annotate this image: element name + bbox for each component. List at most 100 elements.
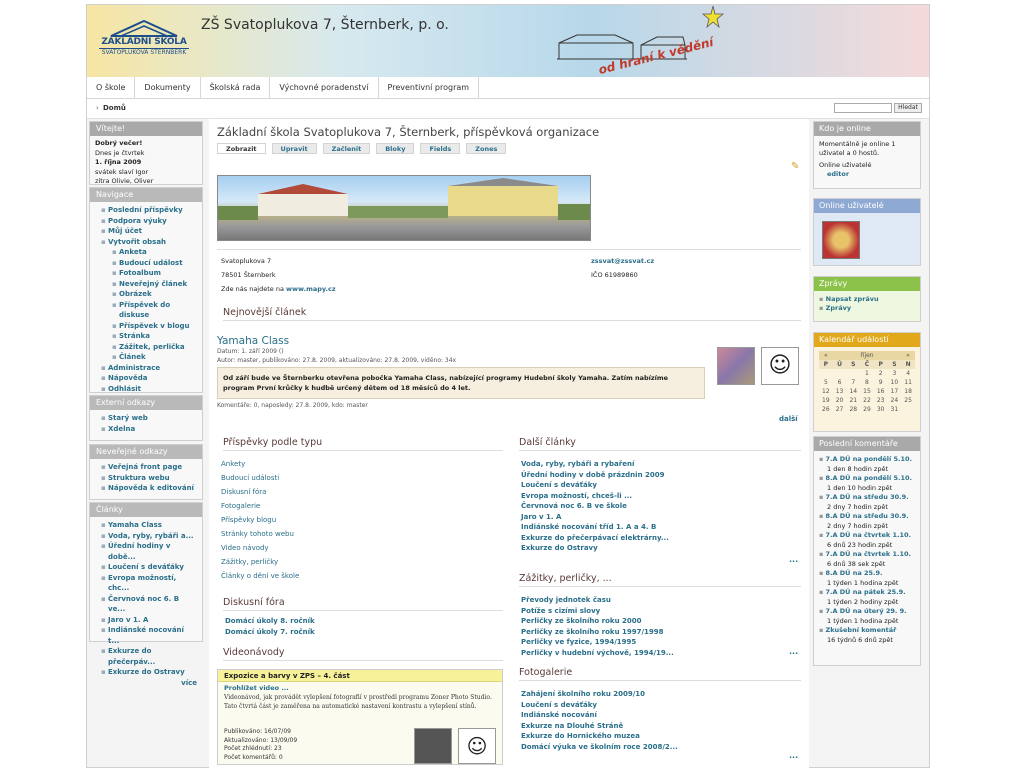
- user-avatar[interactable]: [822, 221, 860, 259]
- story-link[interactable]: Perličky ze školního roku 1997/1998: [521, 627, 674, 638]
- calendar-day[interactable]: [901, 405, 915, 414]
- article-title[interactable]: Yamaha Class: [217, 335, 801, 347]
- comment-link[interactable]: 8.A DÚ na středu 30.9.: [825, 512, 908, 520]
- tab-fields[interactable]: Fields: [420, 143, 461, 154]
- type-link[interactable]: Video návody: [221, 541, 299, 555]
- private-link-front-page[interactable]: Veřejná front page: [95, 462, 197, 473]
- nav-link-clanek[interactable]: Článek: [95, 352, 197, 363]
- gallery-link[interactable]: Exkurze na Dlouhé Stráně: [521, 721, 678, 732]
- nav-link-fotoalbum[interactable]: Fotoalbum: [95, 268, 197, 279]
- gallery-link[interactable]: Domácí výuka ve školním roce 2008/2...: [521, 742, 678, 753]
- calendar-day[interactable]: 10: [888, 378, 902, 387]
- article-link[interactable]: Exkurze do Ostravy: [95, 667, 197, 678]
- type-link[interactable]: Příspěvky blogu: [221, 513, 299, 527]
- article-link[interactable]: Jaro v 1. A: [521, 512, 669, 523]
- article-link[interactable]: Voda, ryby, rybáři a rybaření: [521, 459, 669, 470]
- calendar-day[interactable]: 22: [860, 396, 874, 405]
- article-link[interactable]: Indiánské nocování t...: [95, 625, 197, 646]
- calendar-day[interactable]: 2: [874, 369, 888, 378]
- calendar-day[interactable]: 17: [888, 387, 902, 396]
- zazitky-more-link[interactable]: ...: [789, 647, 798, 656]
- calendar-day[interactable]: 27: [833, 405, 847, 414]
- calendar-day[interactable]: 12: [819, 387, 833, 396]
- search-input[interactable]: [834, 103, 892, 113]
- school-logo[interactable]: ZÁKLADNÍ ŠKOLA SVATOPLUKOVA ŠTERNBERK: [99, 19, 189, 59]
- tab-zones[interactable]: Zones: [466, 143, 507, 154]
- story-link[interactable]: Převody jednotek času: [521, 595, 674, 606]
- nav-link-prispevek-v-blogu[interactable]: Příspěvek v blogu: [95, 321, 197, 332]
- comment-link[interactable]: 7.A DÚ na pátek 25.9.: [825, 588, 905, 596]
- foto-more-link[interactable]: ...: [789, 751, 798, 760]
- comment-link[interactable]: 7.A DÚ na středu 30.9.: [825, 493, 908, 501]
- type-link[interactable]: Ankety: [221, 457, 299, 471]
- article-link[interactable]: Loučení s deváťáky: [521, 480, 669, 491]
- calendar-day[interactable]: 3: [888, 369, 902, 378]
- calendar-day[interactable]: 8: [860, 378, 874, 387]
- nav-link-neverejny-clanek[interactable]: Neveřejný článek: [95, 279, 197, 290]
- calendar-day[interactable]: 5: [819, 378, 833, 387]
- calendar-day[interactable]: 26: [819, 405, 833, 414]
- type-link[interactable]: Stránky tohoto webu: [221, 527, 299, 541]
- tab-zobrazit[interactable]: Zobrazit: [217, 143, 266, 154]
- private-link-napoveda[interactable]: Nápověda k editování: [95, 483, 197, 494]
- nav-link-budouci-udalost[interactable]: Budoucí událost: [95, 258, 197, 269]
- write-message-link[interactable]: ▪ Napsat zprávu: [819, 295, 915, 304]
- nav-link-vytvorit-obsah[interactable]: Vytvořit obsah: [95, 237, 197, 248]
- calendar-prev-button[interactable]: «: [819, 351, 833, 360]
- tab-bloky[interactable]: Bloky: [376, 143, 415, 154]
- calendar-day[interactable]: 21: [846, 396, 860, 405]
- breadcrumb[interactable]: Domů: [103, 104, 126, 112]
- story-link[interactable]: Perličky ze školního roku 2000: [521, 616, 674, 627]
- nav-vychovne-poradenstvi[interactable]: Výchovné poradenství: [270, 77, 379, 99]
- tab-upravit[interactable]: Upravit: [271, 143, 317, 154]
- calendar-day[interactable]: 4: [901, 369, 915, 378]
- nav-link-muj-ucet[interactable]: Můj účet: [95, 226, 197, 237]
- article-link[interactable]: Exkurze do přečerpávací elektrárny...: [521, 533, 669, 544]
- gallery-link[interactable]: Indiánské nocování: [521, 710, 678, 721]
- clanky-more-link[interactable]: více: [95, 678, 197, 689]
- calendar-day[interactable]: 11: [901, 378, 915, 387]
- comment-link[interactable]: 7.A DÚ na čtvrtek 1.10.: [825, 550, 911, 558]
- calendar-day[interactable]: 15: [860, 387, 874, 396]
- calendar-day[interactable]: 13: [833, 387, 847, 396]
- nav-link-napoveda[interactable]: Nápověda: [95, 373, 197, 384]
- nav-link-administrace[interactable]: Administrace: [95, 363, 197, 374]
- nav-link-zazitek-perlicka[interactable]: Zážitek, perlička: [95, 342, 197, 353]
- nav-link-anketa[interactable]: Anketa: [95, 247, 197, 258]
- ext-link-xdelna[interactable]: Xdelna: [95, 424, 197, 435]
- article-link[interactable]: Evropa možností, chceš-li ...: [521, 491, 669, 502]
- nav-link-posledni-prispevky[interactable]: Poslední příspěvky: [95, 205, 197, 216]
- comment-link[interactable]: Zkušební komentář: [825, 626, 896, 634]
- calendar-day[interactable]: 24: [888, 396, 902, 405]
- nav-dokumenty[interactable]: Dokumenty: [135, 77, 201, 99]
- calendar-day[interactable]: 29: [860, 405, 874, 414]
- nav-link-prispevek-do-diskuse[interactable]: Příspěvek do diskuse: [95, 300, 197, 321]
- gallery-link[interactable]: Exkurze do Hornického muzea: [521, 731, 678, 742]
- calendar-day[interactable]: 9: [874, 378, 888, 387]
- article-link[interactable]: Exkurze do přečerpáv...: [95, 646, 197, 667]
- story-link[interactable]: Potíže s cizími slovy: [521, 606, 674, 617]
- article-link[interactable]: Červnová noc 6. B ve škole: [521, 501, 669, 512]
- edit-pencil-icon[interactable]: ✎: [791, 161, 799, 172]
- calendar-day[interactable]: 31: [888, 405, 902, 414]
- calendar-day[interactable]: 19: [819, 396, 833, 405]
- search-button[interactable]: Hledat: [894, 103, 922, 113]
- gallery-link[interactable]: Loučení s deváťáky: [521, 700, 678, 711]
- article-more-link[interactable]: další: [779, 415, 798, 423]
- calendar-day[interactable]: 30: [874, 405, 888, 414]
- calendar-day[interactable]: 25: [901, 396, 915, 405]
- article-link[interactable]: Loučení s deváťáky: [95, 562, 197, 573]
- calendar-day[interactable]: 28: [846, 405, 860, 414]
- comment-link[interactable]: 8.A DÚ na 25.9.: [825, 569, 882, 577]
- video-title[interactable]: Expozice a barvy v ZPS – 4. část: [218, 670, 502, 682]
- nav-link-podpora-vyuky[interactable]: Podpora výuky: [95, 216, 197, 227]
- article-link[interactable]: Exkurze do Ostravy: [521, 543, 669, 554]
- calendar-next-button[interactable]: »: [901, 351, 915, 360]
- article-link[interactable]: Úřední hodiny v době...: [95, 541, 197, 562]
- online-user-link[interactable]: editor: [819, 170, 915, 179]
- story-link[interactable]: Perličky v hudební výchově, 1994/19...: [521, 648, 674, 659]
- comment-link[interactable]: 7.A DÚ na úterý 29. 9.: [825, 607, 906, 615]
- calendar-day[interactable]: [846, 369, 860, 378]
- gallery-link[interactable]: Zahájení školního roku 2009/10: [521, 689, 678, 700]
- calendar-day[interactable]: 7: [846, 378, 860, 387]
